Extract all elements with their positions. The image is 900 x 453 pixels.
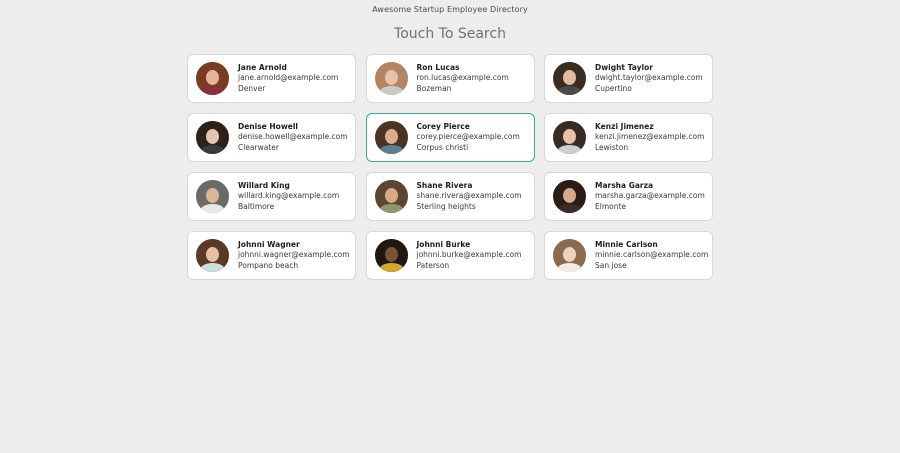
employee-name: Denise Howell <box>238 121 298 131</box>
employee-card[interactable]: Shane Rivera shane.rivera@example.com St… <box>365 172 535 221</box>
employee-city: Sterling heights <box>416 201 476 211</box>
employee-city: Pompano beach <box>238 260 299 270</box>
employee-card[interactable]: Minnie Carlson minnie.carlson@example.co… <box>544 231 713 280</box>
employee-name: Jane Arnold <box>238 62 287 72</box>
employee-city: Paterson <box>416 260 450 270</box>
avatar <box>374 62 408 95</box>
avatar <box>196 239 229 272</box>
employee-info: Marsha Garza marsha.garza@example.com El… <box>595 181 705 213</box>
employee-name: Johnni Burke <box>416 239 471 249</box>
employee-card[interactable]: Dwight Taylor dwight.taylor@example.com … <box>544 54 713 103</box>
employee-city: Clearwater <box>238 142 279 152</box>
employee-city: Bozeman <box>416 83 452 93</box>
employee-info: Corey Pierce corey.pierce@example.com Co… <box>417 122 520 154</box>
avatar <box>374 121 408 154</box>
employee-email: willard.king@example.com <box>238 191 340 201</box>
employee-card[interactable]: Kenzi Jimenez kenzi.jimenez@example.com … <box>544 113 713 162</box>
avatar <box>374 239 408 272</box>
employee-name: Kenzi Jimenez <box>595 121 654 131</box>
avatar <box>553 121 586 154</box>
employee-info: Shane Rivera shane.rivera@example.com St… <box>417 181 522 213</box>
employee-email: jane.arnold@example.com <box>238 73 339 83</box>
employee-email: ron.lucas@example.com <box>416 73 509 83</box>
employee-info: Dwight Taylor dwight.taylor@example.com … <box>595 63 703 95</box>
avatar <box>553 180 586 213</box>
employee-name: Johnni Wagner <box>238 239 300 249</box>
employee-city: Corpus christi <box>416 142 469 152</box>
employee-email: kenzi.jimenez@example.com <box>595 132 705 142</box>
employee-card[interactable]: Johnni Wagner johnni.wagner@example.com … <box>187 231 356 280</box>
employee-email: johnni.wagner@example.com <box>238 250 350 260</box>
app-title: Awesome Startup Employee Directory <box>372 5 528 14</box>
avatar <box>196 62 229 95</box>
employee-email: corey.pierce@example.com <box>416 132 520 142</box>
employee-email: denise.howell@example.com <box>238 132 348 142</box>
employee-city: Baltimore <box>238 201 275 211</box>
employee-email: minnie.carlson@example.com <box>595 250 709 260</box>
employee-email: shane.rivera@example.com <box>416 191 522 201</box>
employee-card[interactable]: Corey Pierce corey.pierce@example.com Co… <box>365 113 535 162</box>
employee-email: johnni.burke@example.com <box>416 250 522 260</box>
employee-email: dwight.taylor@example.com <box>595 73 703 83</box>
employee-name: Corey Pierce <box>416 121 470 131</box>
avatar <box>553 239 586 272</box>
employee-grid: Jane Arnold jane.arnold@example.com Denv… <box>187 54 713 280</box>
employee-name: Marsha Garza <box>595 180 654 190</box>
avatar <box>553 62 586 95</box>
employee-info: Willard King willard.king@example.com Ba… <box>238 181 339 213</box>
employee-name: Minnie Carlson <box>595 239 658 249</box>
employee-card[interactable]: Willard King willard.king@example.com Ba… <box>187 172 356 221</box>
employee-info: Johnni Wagner johnni.wagner@example.com … <box>238 240 350 272</box>
employee-info: Minnie Carlson minnie.carlson@example.co… <box>595 240 708 272</box>
avatar <box>196 180 229 213</box>
employee-card[interactable]: Jane Arnold jane.arnold@example.com Denv… <box>187 54 356 103</box>
employee-city: Denver <box>238 83 266 93</box>
avatar <box>374 180 408 213</box>
employee-city: Elmonte <box>595 201 627 211</box>
employee-name: Willard King <box>238 180 290 190</box>
search-prompt[interactable]: Touch To Search <box>0 26 900 42</box>
employee-card[interactable]: Denise Howell denise.howell@example.com … <box>187 113 356 162</box>
employee-city: Cupertino <box>595 83 632 93</box>
employee-card[interactable]: Marsha Garza marsha.garza@example.com El… <box>544 172 713 221</box>
employee-info: Jane Arnold jane.arnold@example.com Denv… <box>238 63 338 95</box>
employee-info: Ron Lucas ron.lucas@example.com Bozeman <box>417 63 509 95</box>
employee-city: Lewiston <box>595 142 629 152</box>
employee-info: Kenzi Jimenez kenzi.jimenez@example.com … <box>595 122 704 154</box>
employee-city: San jose <box>595 260 627 270</box>
employee-email: marsha.garza@example.com <box>595 191 705 201</box>
employee-info: Denise Howell denise.howell@example.com … <box>238 122 348 154</box>
employee-card[interactable]: Johnni Burke johnni.burke@example.com Pa… <box>365 231 535 280</box>
employee-name: Shane Rivera <box>416 180 473 190</box>
employee-info: Johnni Burke johnni.burke@example.com Pa… <box>417 240 522 272</box>
avatar <box>196 121 229 154</box>
employee-name: Ron Lucas <box>416 62 460 72</box>
employee-name: Dwight Taylor <box>595 62 653 72</box>
employee-card[interactable]: Ron Lucas ron.lucas@example.com Bozeman <box>365 54 535 103</box>
